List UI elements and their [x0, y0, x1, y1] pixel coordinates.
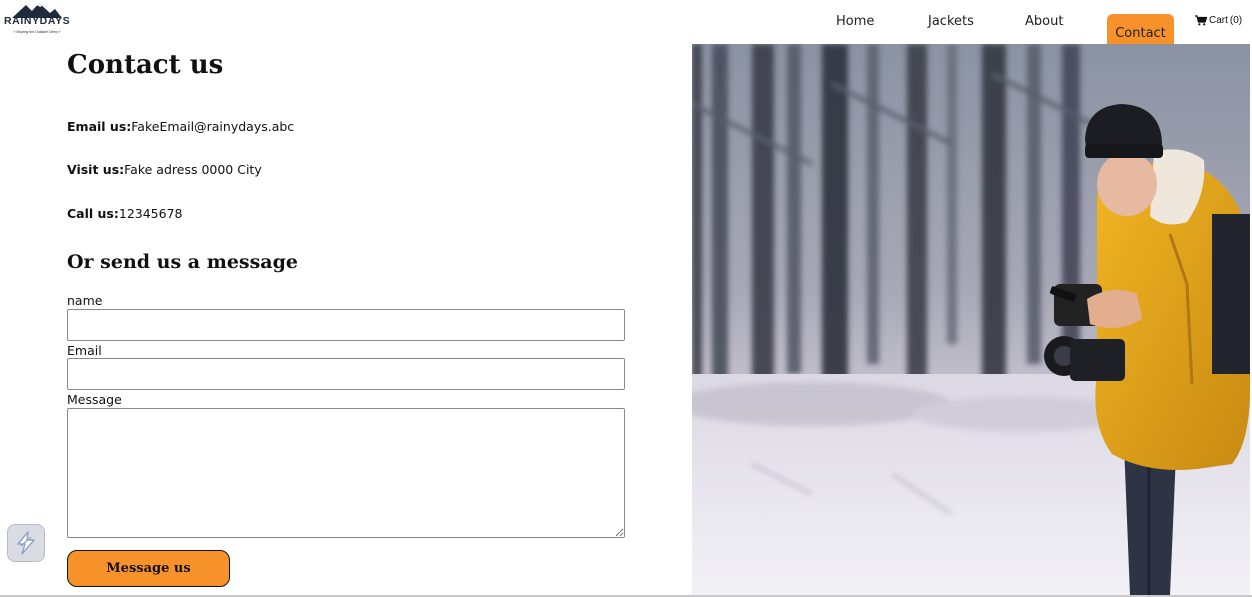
call-info-label: Call us:	[67, 206, 119, 221]
floating-widget-button[interactable]	[7, 524, 45, 562]
nav-home[interactable]: Home	[836, 14, 874, 29]
hero-photo	[692, 44, 1250, 595]
visit-info-label: Visit us:	[67, 162, 125, 177]
visit-info-value: Fake adress 0000 City	[124, 162, 262, 177]
form-heading: Or send us a message	[67, 251, 298, 273]
contact-email: Email us:FakeEmail@rainydays.abc	[67, 119, 294, 134]
message-us-button[interactable]: Message us	[67, 550, 230, 587]
email-label: Email	[67, 343, 102, 358]
call-info-value: 12345678	[118, 206, 183, 221]
contact-address: Visit us:Fake adress 0000 City	[67, 162, 262, 177]
cart-count: (0)	[1229, 15, 1243, 26]
name-label: name	[67, 293, 103, 308]
nav-about[interactable]: About	[1025, 14, 1063, 29]
site-header: RAINYDAYS « Braving the Outside! Deep » …	[0, 0, 1252, 52]
brand-tagline: « Braving the Outside! Deep »	[13, 30, 61, 34]
cart-label: Cart	[1209, 15, 1228, 26]
cart-link[interactable]: Cart (0)	[1195, 15, 1242, 26]
brand-name: RAINYDAYS	[4, 15, 71, 27]
name-input[interactable]	[67, 309, 625, 341]
message-label: Message	[67, 392, 122, 407]
cart-icon	[1195, 15, 1207, 26]
lightning-widget-icon	[17, 531, 35, 555]
nav-jackets[interactable]: Jackets	[928, 14, 974, 29]
message-textarea[interactable]	[67, 408, 625, 538]
brand-logo[interactable]: RAINYDAYS « Braving the Outside! Deep »	[4, 2, 70, 38]
winter-photographer-image	[692, 44, 1250, 595]
email-input[interactable]	[67, 358, 625, 390]
email-info-value: FakeEmail@rainydays.abc	[131, 119, 295, 134]
email-info-label: Email us:	[67, 119, 132, 134]
page-title: Contact us	[67, 50, 224, 80]
contact-phone: Call us:12345678	[67, 206, 183, 221]
